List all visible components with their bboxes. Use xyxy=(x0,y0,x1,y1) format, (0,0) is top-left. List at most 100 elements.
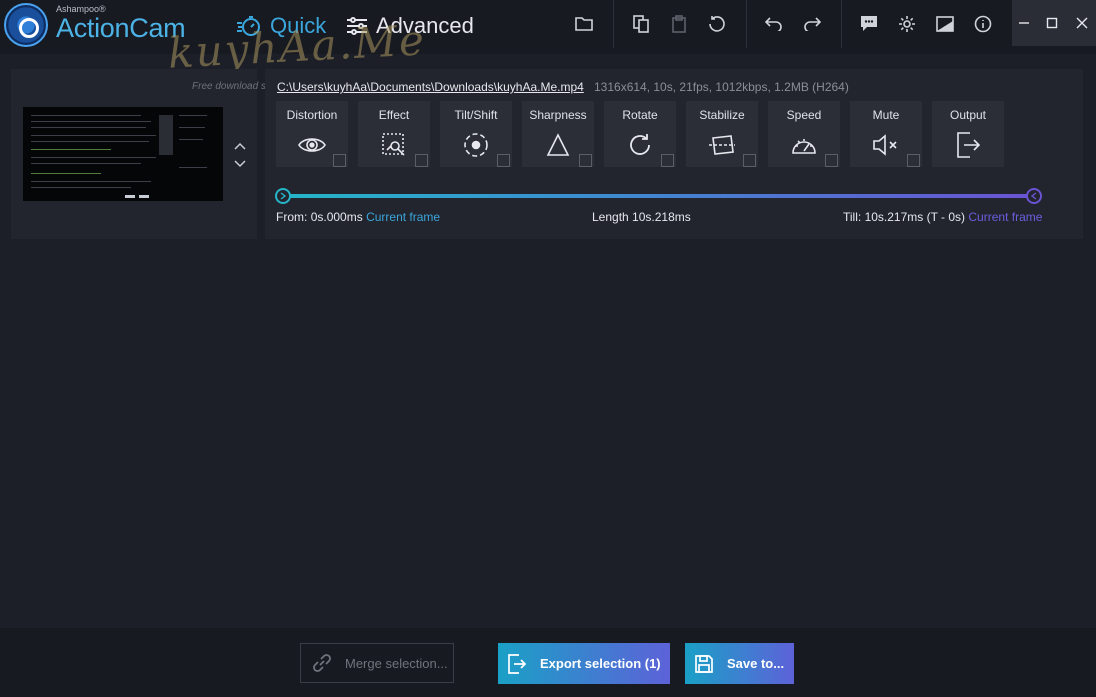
toolbar-divider xyxy=(746,0,747,48)
feedback-button[interactable] xyxy=(853,10,885,38)
tool-label: Effect xyxy=(378,108,410,122)
tool-checkbox[interactable] xyxy=(661,154,674,167)
feedback-icon xyxy=(861,16,877,31)
tool-label: Distortion xyxy=(286,108,338,122)
tool-stabilize[interactable]: Stabilize xyxy=(686,101,758,167)
eye-icon xyxy=(298,138,326,152)
copy-icon xyxy=(633,15,649,33)
app-logo xyxy=(4,3,48,47)
move-down-button[interactable] xyxy=(232,157,248,171)
end-handle[interactable] xyxy=(1026,188,1042,204)
export-selection-label: Export selection (1) xyxy=(540,656,661,671)
chevron-up-icon xyxy=(234,142,246,150)
settings-button[interactable] xyxy=(891,10,923,38)
stabilize-icon xyxy=(709,135,735,155)
start-handle[interactable] xyxy=(275,188,291,204)
till-current-frame-link[interactable]: Current frame xyxy=(968,210,1042,224)
from-value: 0s.000ms xyxy=(310,210,363,224)
tool-checkbox[interactable] xyxy=(497,154,510,167)
gear-icon xyxy=(899,16,915,32)
tool-checkbox[interactable] xyxy=(743,154,756,167)
till-value: 10s.217ms (T - 0s) xyxy=(864,210,966,224)
trim-timeline[interactable] xyxy=(275,188,1042,204)
tool-tiltshift[interactable]: Tilt/Shift xyxy=(440,101,512,167)
reset-icon xyxy=(709,16,725,32)
open-folder-button[interactable] xyxy=(568,10,600,38)
timeline-range-bar xyxy=(281,194,1036,198)
sliders-icon xyxy=(347,17,367,35)
export-icon xyxy=(508,653,526,674)
tool-label: Mute xyxy=(872,108,900,122)
maximize-button[interactable] xyxy=(1041,12,1063,34)
tool-label: Rotate xyxy=(622,108,658,122)
close-button[interactable] xyxy=(1071,12,1093,34)
redo-icon xyxy=(804,17,821,31)
minimize-button[interactable] xyxy=(1013,12,1035,34)
close-icon xyxy=(1076,17,1088,29)
info-button[interactable] xyxy=(967,10,999,38)
link-icon xyxy=(313,654,331,672)
info-icon xyxy=(974,15,992,33)
save-icon xyxy=(695,654,713,673)
from-current-frame-link[interactable]: Current frame xyxy=(366,210,440,224)
export-selection-button[interactable]: Export selection (1) xyxy=(498,643,670,684)
clip-file-path[interactable]: C:\Users\kuyhAa\Documents\Downloads\kuyh… xyxy=(277,80,584,94)
tool-label: Speed xyxy=(786,108,822,122)
stats-button[interactable] xyxy=(929,10,961,38)
toolbar-divider xyxy=(841,0,842,48)
paste-icon xyxy=(672,15,686,33)
tool-checkbox[interactable] xyxy=(579,154,592,167)
effect-icon xyxy=(382,133,405,156)
undo-icon xyxy=(765,17,782,31)
tool-output[interactable]: Output xyxy=(932,101,1004,167)
clip-thumbnail[interactable] xyxy=(23,107,223,201)
from-label: From: xyxy=(276,210,308,224)
minimize-icon xyxy=(1019,22,1029,24)
copy-button[interactable] xyxy=(625,10,657,38)
undo-button[interactable] xyxy=(758,10,790,38)
merge-selection-button[interactable]: Merge selection... xyxy=(300,643,454,683)
quick-mode-tab[interactable]: Quick xyxy=(236,13,326,39)
chevron-down-icon xyxy=(234,160,246,168)
tool-checkbox[interactable] xyxy=(907,154,920,167)
tool-distortion[interactable]: Distortion xyxy=(276,101,348,167)
tool-label: Output xyxy=(949,108,987,122)
till-info: Till: 10s.217ms (T - 0s) Current frame xyxy=(843,210,1042,224)
redo-button[interactable] xyxy=(796,10,828,38)
length-value: 10s.218ms xyxy=(632,210,691,224)
tool-sharpness[interactable]: Sharpness xyxy=(522,101,594,167)
tool-mute[interactable]: Mute xyxy=(850,101,922,167)
chevron-left-icon xyxy=(1031,192,1037,200)
tool-label: Stabilize xyxy=(699,108,745,122)
tool-effect[interactable]: Effect xyxy=(358,101,430,167)
reset-button[interactable] xyxy=(701,10,733,38)
stopwatch-icon xyxy=(237,16,260,36)
speedometer-icon xyxy=(792,139,816,154)
move-up-button[interactable] xyxy=(232,139,248,153)
triangle-icon xyxy=(546,133,570,156)
toolbar-divider xyxy=(613,0,614,48)
save-to-button[interactable]: Save to... xyxy=(685,643,794,684)
advanced-mode-label: Advanced xyxy=(376,13,474,38)
advanced-mode-tab[interactable]: Advanced xyxy=(346,13,474,39)
tool-label: Tilt/Shift xyxy=(454,108,498,122)
length-info: Length 10s.218ms xyxy=(592,210,691,224)
mute-icon xyxy=(873,134,897,156)
paste-button[interactable] xyxy=(663,10,695,38)
chevron-right-icon xyxy=(280,192,286,200)
clip-file-info: 1316x614, 10s, 21fps, 1012kbps, 1.2MB (H… xyxy=(594,80,849,94)
tool-checkbox[interactable] xyxy=(333,154,346,167)
length-label: Length xyxy=(592,210,629,224)
open-folder-icon xyxy=(575,17,593,31)
stats-icon xyxy=(936,16,954,32)
merge-selection-label: Merge selection... xyxy=(345,655,448,671)
quick-mode-label: Quick xyxy=(270,13,327,38)
till-label: Till: xyxy=(843,210,862,224)
rotate-icon xyxy=(630,134,650,155)
tool-checkbox[interactable] xyxy=(825,154,838,167)
tool-checkbox[interactable] xyxy=(415,154,428,167)
tool-rotate[interactable]: Rotate xyxy=(604,101,676,167)
save-to-label: Save to... xyxy=(727,656,785,671)
tool-speed[interactable]: Speed xyxy=(768,101,840,167)
tool-label: Sharpness xyxy=(529,108,587,122)
